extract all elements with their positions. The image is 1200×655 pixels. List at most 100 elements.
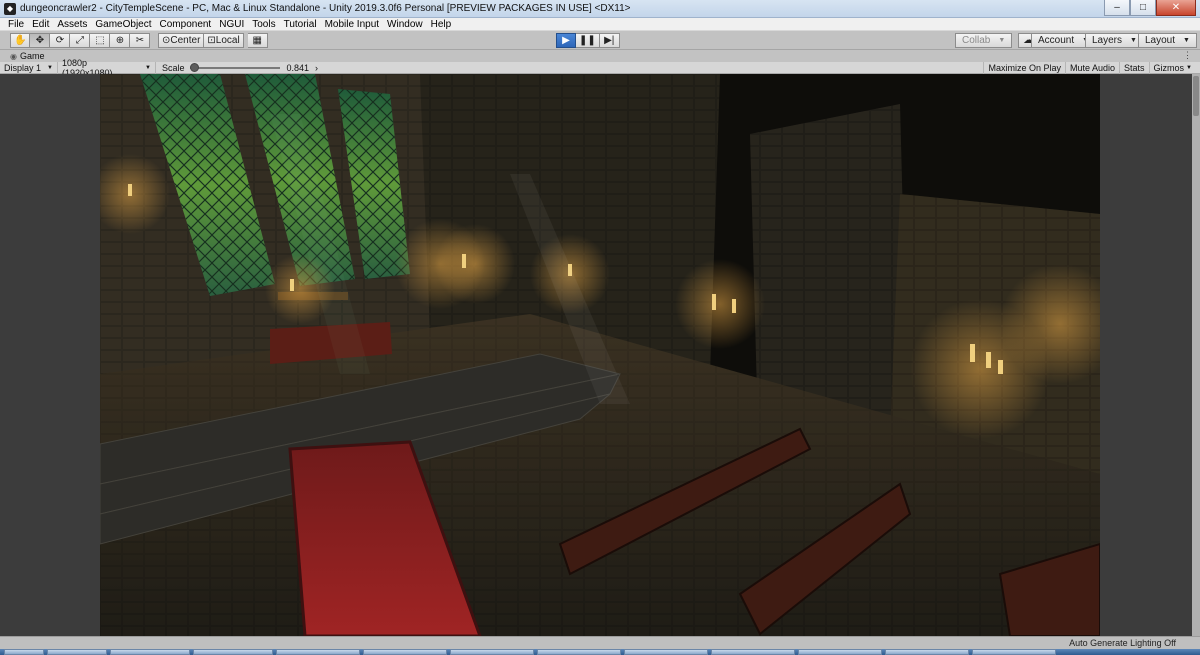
game-view-scrollbar[interactable] — [1192, 74, 1200, 636]
maximize-button[interactable]: □ — [1130, 0, 1156, 16]
gizmos-label: Gizmos — [1153, 63, 1185, 73]
taskbar-item[interactable] — [110, 649, 190, 655]
taskbar-item[interactable] — [972, 649, 1056, 655]
chevron-down-icon: ▼ — [1183, 37, 1190, 44]
menu-gameobject[interactable]: GameObject — [91, 19, 155, 30]
space-label: Local — [215, 35, 240, 46]
menu-edit[interactable]: Edit — [28, 19, 53, 30]
unity-icon: ◆ — [4, 2, 16, 15]
lighting-status[interactable]: Auto Generate Lighting Off — [1069, 638, 1176, 648]
scale-label: Scale — [161, 62, 185, 73]
transform-icon: ⊕ — [115, 34, 125, 46]
layout-group: Layout ▼ — [1138, 33, 1197, 48]
display-label: Display 1 — [4, 62, 42, 73]
menu-bar: File Edit Assets GameObject Component NG… — [0, 18, 1200, 31]
pivot-icon: ⊙ — [162, 34, 171, 46]
transform-tool-button[interactable]: ⊕ — [110, 33, 131, 48]
resolution-select[interactable]: 1080p (1920x1080) ▼ — [58, 58, 156, 78]
rect-tool-button[interactable]: ⬚ — [90, 33, 111, 48]
playback-controls: ▶ ❚❚ ▶| — [556, 33, 620, 48]
taskbar-item[interactable] — [798, 649, 882, 655]
menu-tools[interactable]: Tools — [248, 19, 279, 30]
taskbar-item[interactable] — [193, 649, 273, 655]
layers-group: Layers ▼ — [1085, 33, 1144, 48]
pivot-center-button[interactable]: ⊙ Center — [158, 33, 205, 48]
tools-icon: ✂ — [135, 34, 145, 46]
hand-tool-button[interactable]: ✋ — [10, 33, 31, 48]
status-bar: Auto Generate Lighting Off — [0, 636, 1200, 649]
menu-help[interactable]: Help — [427, 19, 456, 30]
menu-tutorial[interactable]: Tutorial — [280, 19, 321, 30]
play-button[interactable]: ▶ — [556, 33, 576, 48]
scrollbar-thumb[interactable] — [1193, 76, 1199, 116]
taskbar-item[interactable] — [624, 649, 708, 655]
close-button[interactable]: ✕ — [1156, 0, 1196, 16]
rotate-icon: ⟳ — [55, 34, 65, 46]
scene-render-image — [100, 74, 1100, 636]
menu-mobile-input[interactable]: Mobile Input — [321, 19, 383, 30]
chevron-down-icon: ▼ — [47, 64, 53, 71]
scale-tool-button[interactable]: ⤢ — [70, 33, 91, 48]
minimize-button[interactable]: – — [1104, 0, 1130, 16]
game-render[interactable] — [100, 74, 1100, 636]
main-toolbar: ✋ ✥ ⟳ ⤢ ⬚ ⊕ ✂ ⊙ Center ⊡ Local ▦ ▶ ❚❚ ▶|… — [0, 31, 1200, 50]
tab-row: ◉ Game ⋮ — [0, 50, 1200, 62]
pivot-tools: ⊙ Center ⊡ Local ▦ — [158, 33, 268, 48]
taskbar-item[interactable] — [450, 649, 534, 655]
game-view-toggles: Maximize On Play Mute Audio Stats Gizmos… — [983, 62, 1196, 74]
move-tool-button[interactable]: ✥ — [30, 33, 51, 48]
window-controls: – □ ✕ — [1104, 0, 1196, 17]
layers-dropdown[interactable]: Layers ▼ — [1085, 33, 1144, 48]
chevron-right-icon: › — [315, 62, 319, 73]
scale-control: Scale 0.841 › — [156, 62, 319, 73]
tab-menu-icon[interactable]: ⋮ — [1183, 50, 1192, 61]
local-space-icon: ⊡ — [207, 34, 216, 46]
taskbar-item[interactable] — [47, 649, 107, 655]
step-button[interactable]: ▶| — [599, 33, 620, 48]
account-label: Account — [1038, 35, 1075, 46]
chevron-down-icon: ▼ — [145, 64, 151, 71]
taskbar-item[interactable] — [276, 649, 360, 655]
taskbar-item[interactable] — [363, 649, 447, 655]
taskbar-item[interactable] — [885, 649, 969, 655]
collab-group: Collab ▼ ☁ — [955, 33, 1039, 48]
menu-assets[interactable]: Assets — [53, 19, 91, 30]
pivot-label: Center — [170, 35, 201, 46]
taskbar-item[interactable] — [711, 649, 795, 655]
os-taskbar — [0, 649, 1200, 655]
rect-icon: ⬚ — [95, 34, 105, 46]
tab-game[interactable]: ◉ Game — [10, 51, 45, 61]
scale-icon: ⤢ — [75, 34, 84, 46]
tab-game-label: Game — [19, 51, 45, 61]
maximize-on-play-toggle[interactable]: Maximize On Play — [983, 62, 1065, 74]
pause-icon: ❚❚ — [579, 34, 596, 46]
scale-slider-handle[interactable] — [190, 62, 200, 72]
start-button[interactable] — [4, 649, 44, 655]
collab-dropdown[interactable]: Collab ▼ — [955, 33, 1013, 48]
custom-tool-button[interactable]: ✂ — [130, 33, 151, 48]
scale-slider[interactable] — [190, 62, 281, 72]
menu-ngui[interactable]: NGUI — [215, 19, 248, 30]
title-bar: ◆ dungeoncrawler2 - CityTempleScene - PC… — [0, 0, 1200, 18]
menu-file[interactable]: File — [4, 19, 28, 30]
chevron-down-icon: ▼ — [1130, 37, 1137, 44]
pause-button[interactable]: ❚❚ — [576, 33, 600, 48]
rotate-tool-button[interactable]: ⟳ — [50, 33, 71, 48]
menu-window[interactable]: Window — [383, 19, 427, 30]
space-local-button[interactable]: ⊡ Local — [204, 33, 244, 48]
snap-button[interactable]: ▦ — [247, 33, 268, 48]
layout-dropdown[interactable]: Layout ▼ — [1138, 33, 1197, 48]
menu-component[interactable]: Component — [156, 19, 216, 30]
layers-label: Layers — [1092, 35, 1123, 46]
game-view[interactable] — [0, 74, 1200, 636]
display-select[interactable]: Display 1 ▼ — [0, 61, 58, 74]
window-title: dungeoncrawler2 - CityTempleScene - PC, … — [20, 3, 631, 14]
taskbar-item[interactable] — [537, 649, 621, 655]
chevron-down-icon: ▼ — [998, 37, 1006, 44]
gamepad-icon: ◉ — [10, 51, 17, 61]
grid-snap-icon: ▦ — [252, 34, 262, 46]
gizmos-dropdown[interactable]: Gizmos ▼ — [1148, 62, 1196, 74]
stats-toggle[interactable]: Stats — [1119, 62, 1149, 74]
mute-audio-toggle[interactable]: Mute Audio — [1064, 62, 1119, 74]
layout-label: Layout — [1145, 35, 1176, 46]
